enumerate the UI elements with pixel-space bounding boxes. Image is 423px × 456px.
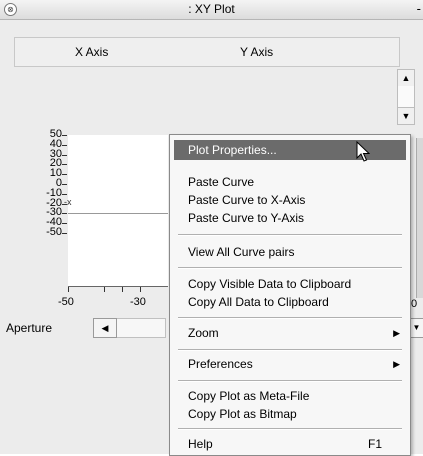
y-tick-mark bbox=[62, 223, 67, 225]
right-panel-edge bbox=[416, 138, 423, 298]
column-header-y-axis[interactable]: Y Axis bbox=[240, 45, 273, 59]
dropdown-arrow-icon[interactable]: ▼ bbox=[409, 318, 423, 338]
menu-item-copy-visible-data[interactable]: Copy Visible Data to Clipboard bbox=[174, 274, 406, 294]
x-axis-line bbox=[68, 286, 168, 287]
submenu-arrow-icon: ▶ bbox=[393, 359, 400, 369]
aperture-slider-track[interactable] bbox=[117, 318, 166, 338]
window-title: : XY Plot bbox=[188, 2, 235, 16]
y-tick-label: -50 bbox=[46, 226, 62, 238]
menu-separator bbox=[178, 267, 402, 269]
menu-item-copy-plot-bitmap[interactable]: Copy Plot as Bitmap bbox=[174, 404, 406, 424]
menu-item-plot-properties[interactable]: Plot Properties... bbox=[174, 140, 406, 160]
menu-item-paste-curve[interactable]: Paste Curve bbox=[174, 172, 406, 192]
menu-separator bbox=[178, 380, 402, 382]
menu-item-help[interactable]: Help F1 bbox=[174, 434, 406, 454]
y-tick-mark bbox=[62, 193, 67, 195]
scroll-down-arrow-icon[interactable]: ▼ bbox=[397, 107, 415, 125]
y-tick-mark bbox=[62, 164, 67, 166]
submenu-arrow-icon: ▶ bbox=[393, 328, 400, 338]
x-tick-label: 0 bbox=[411, 298, 418, 310]
y-tick-mark bbox=[62, 213, 67, 215]
x-tick-label: -30 bbox=[130, 296, 146, 308]
menu-item-copy-all-data[interactable]: Copy All Data to Clipboard bbox=[174, 292, 406, 312]
vertical-scrollbar-track[interactable] bbox=[397, 86, 415, 107]
y-tick-mark bbox=[62, 174, 67, 176]
title-bar: ⊗ : XY Plot - bbox=[0, 0, 423, 20]
menu-separator bbox=[178, 317, 402, 319]
x-tick-label: -50 bbox=[58, 296, 74, 308]
column-header-x-axis[interactable]: X Axis bbox=[75, 45, 108, 59]
menu-separator bbox=[178, 234, 402, 236]
menu-item-paste-curve-x[interactable]: Paste Curve to X-Axis bbox=[174, 190, 406, 210]
x-tick-mark bbox=[122, 287, 123, 292]
x-tick-mark bbox=[104, 287, 105, 292]
y-tick-mark bbox=[62, 144, 67, 146]
scroll-left-arrow-icon[interactable]: ◀ bbox=[93, 318, 117, 338]
shortcut-label: F1 bbox=[367, 437, 382, 451]
aperture-label: Aperture bbox=[6, 321, 53, 335]
y-tick-mark bbox=[62, 135, 67, 136]
menu-item-preferences[interactable]: Preferences ▶ bbox=[174, 354, 406, 374]
menu-item-zoom[interactable]: Zoom ▶ bbox=[174, 323, 406, 343]
curve-marker: -x bbox=[64, 197, 72, 207]
y-tick-mark bbox=[62, 184, 67, 185]
x-tick-mark bbox=[140, 287, 141, 292]
y-tick-mark bbox=[62, 203, 67, 205]
menu-separator bbox=[178, 428, 402, 430]
xy-plot-area[interactable] bbox=[68, 135, 168, 286]
menu-item-paste-curve-y[interactable]: Paste Curve to Y-Axis bbox=[174, 208, 406, 228]
x-tick-mark bbox=[68, 287, 69, 292]
menu-item-copy-plot-meta-file[interactable]: Copy Plot as Meta-File bbox=[174, 386, 406, 406]
y-tick-mark bbox=[62, 154, 67, 156]
minimize-button[interactable]: - bbox=[417, 1, 421, 16]
menu-item-view-all-curve-pairs[interactable]: View All Curve pairs bbox=[174, 242, 406, 262]
scroll-up-arrow-icon[interactable]: ▲ bbox=[397, 69, 415, 87]
zero-axis-line bbox=[68, 213, 168, 214]
data-table-header: X Axis Y Axis bbox=[14, 37, 400, 67]
y-tick-mark bbox=[62, 233, 67, 234]
mouse-pointer-icon bbox=[356, 141, 370, 162]
context-menu: Plot Properties... Paste Curve Paste Cur… bbox=[169, 134, 411, 456]
menu-separator bbox=[178, 349, 402, 351]
